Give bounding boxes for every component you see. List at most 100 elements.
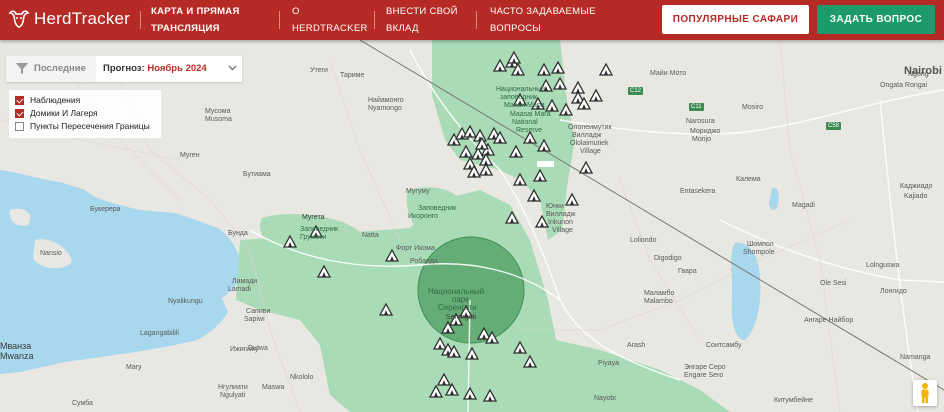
place-label: Morijo	[692, 136, 712, 143]
place-label: Kajiado	[904, 193, 928, 200]
place-label: Lolnguswa	[866, 262, 900, 269]
place-label: Найамонго	[368, 97, 404, 104]
pegman-icon	[921, 383, 929, 403]
layer-label: Пункты Пересечения Границы	[30, 121, 150, 131]
place-label: Nayobi	[594, 395, 616, 402]
brand-name: HerdTracker	[34, 9, 131, 28]
place-label: Mary	[126, 364, 142, 371]
nav-divider	[476, 11, 477, 29]
popular-safaris-button[interactable]: ПОПУЛЯРНЫЕ САФАРИ	[662, 5, 809, 34]
place-label: Nyamongo	[368, 105, 402, 112]
road-sign: C11	[689, 103, 704, 111]
layer-border-crossings[interactable]: Пункты Пересечения Границы	[15, 121, 150, 131]
top-navigation-bar: HerdTracker КАРТА И ПРЯМАЯ ТРАНСЛЯЦИЯ О …	[0, 0, 944, 40]
place-label: Magadi	[792, 202, 815, 209]
place-label: Piyaya	[598, 360, 620, 367]
border-crossings-checkbox[interactable]	[15, 121, 24, 131]
place-label: Мугета	[302, 214, 325, 221]
place-label: Вилладж	[546, 211, 576, 218]
place-label: Утеги	[310, 67, 328, 74]
place-label: Entasekera	[680, 188, 716, 195]
place-label: National	[512, 119, 538, 126]
place-label: Мванза	[0, 341, 32, 351]
place-label: Юнки	[546, 203, 564, 210]
place-label: Malambo	[644, 298, 673, 305]
nav-contribute[interactable]: ВНЕСТИ СВОЙ ВКЛАД	[386, 3, 458, 43]
place-label: Нгулиати	[218, 384, 248, 391]
place-label: Грумети	[300, 234, 327, 241]
place-label: Ngong	[908, 71, 929, 78]
place-label: Муген	[180, 152, 200, 159]
place-label: Вилладж	[572, 132, 602, 139]
place-label: Национальный	[496, 86, 546, 93]
layer-lodges-camps[interactable]: Домики И Лагеря	[15, 108, 98, 118]
place-label: Lamadi	[228, 286, 251, 293]
layer-label: Наблюдения	[30, 95, 81, 105]
place-label: Масаи Мара	[504, 102, 545, 109]
place-label: Engare Sero	[684, 372, 724, 379]
ask-question-button[interactable]: ЗАДАТЬ ВОПРОС	[817, 5, 935, 34]
place-label: Заповедник	[418, 205, 457, 212]
place-label: Digodigo	[654, 255, 682, 262]
place-label: Ламади	[232, 278, 258, 285]
place-label: Nansio	[40, 250, 62, 257]
place-label: Ole Sesi	[820, 280, 847, 287]
place-label: Maasai Mara	[510, 111, 551, 118]
place-label: Village	[552, 227, 573, 234]
place-label: Букерера	[90, 206, 121, 213]
lodges-checkbox[interactable]	[15, 108, 24, 118]
place-label: Гвара	[678, 268, 697, 275]
filter-icon	[16, 63, 28, 74]
nav-about-line1: О	[292, 6, 300, 17]
place-label: Китумбейне	[774, 397, 813, 404]
place-label: Мусома	[205, 108, 231, 115]
place-label: Робанда	[410, 258, 438, 265]
sightings-checkbox[interactable]	[15, 95, 24, 105]
place-label: Ongata Rongai	[880, 82, 928, 89]
place-label: Заповедник	[300, 226, 339, 233]
place-label: Namanga	[900, 354, 931, 361]
place-label: Маламбо	[644, 290, 675, 297]
place-label: Reserve	[516, 127, 543, 134]
map-layers-panel: Наблюдения Домики И Лагеря Пункты Пересе…	[9, 90, 161, 138]
nav-about-line2: HERDTRACKER	[292, 23, 368, 34]
place-label: Бутиама	[243, 171, 271, 178]
place-label: Arash	[627, 342, 646, 349]
nav-faq[interactable]: ЧАСТО ЗАДАВАЕМЫЕ ВОПРОСЫ	[490, 3, 596, 43]
chevron-down-icon	[228, 65, 237, 71]
nav-divider	[140, 11, 141, 29]
forecast-label: Прогноз: Ноябрь 2024	[103, 63, 207, 74]
road-sign: C58	[826, 122, 842, 130]
place-label: Mosiro	[742, 104, 764, 111]
place-label: Бунда	[228, 230, 248, 237]
herdtracker-logo[interactable]: HerdTracker	[8, 9, 130, 29]
nav-contribute-line1: ВНЕСТИ СВОЙ	[386, 6, 458, 17]
place-label: Natta	[362, 232, 379, 239]
place-label: Соитсамбу	[706, 342, 742, 349]
place-label: заповедник	[500, 94, 538, 101]
place-label: Ololaimutiek	[570, 140, 609, 147]
nav-contribute-line2: ВКЛАД	[386, 23, 419, 34]
place-label: Ngulyati	[220, 392, 246, 399]
place-label: Сапиви	[246, 308, 271, 315]
nav-faq-line1: ЧАСТО ЗАДАВАЕМЫЕ	[490, 6, 596, 17]
wildebeest-logo-icon	[8, 10, 30, 28]
place-label: Сумба	[72, 400, 93, 407]
place-label: Narosura	[686, 118, 715, 125]
nav-map-live[interactable]: КАРТА И ПРЯМАЯ ТРАНСЛЯЦИЯ	[151, 3, 240, 43]
place-label: Икоронго	[408, 213, 439, 220]
street-view-pegman[interactable]	[913, 380, 937, 406]
road-sign: C12	[628, 87, 644, 95]
layer-label: Домики И Лагеря	[30, 108, 98, 118]
place-label: Лонгидо	[880, 288, 907, 295]
layer-sightings[interactable]: Наблюдения	[15, 95, 80, 105]
nav-map-line2: ТРАНСЛЯЦИЯ	[151, 23, 220, 34]
nav-about[interactable]: О HERDTRACKER	[292, 3, 368, 43]
place-label: Inkunon	[548, 219, 573, 226]
nav-divider	[279, 11, 280, 29]
place-label: Майи Мото	[650, 70, 687, 77]
recent-tab[interactable]: Последние	[6, 56, 96, 82]
place-label: Тариме	[340, 72, 365, 79]
nav-faq-line2: ВОПРОСЫ	[490, 23, 542, 34]
place-label: Калема	[736, 176, 761, 183]
